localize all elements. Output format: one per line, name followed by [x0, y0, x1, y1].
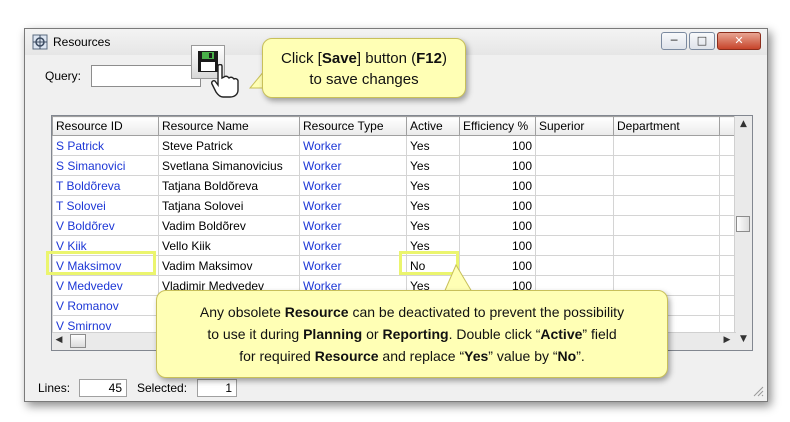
- callout-text: and replace “: [378, 348, 465, 364]
- active-callout-line-2: to use it during Planning or Reporting. …: [157, 323, 667, 345]
- save-callout-line-2: to save changes: [309, 71, 419, 88]
- callout-text: Any obsolete: [199, 304, 285, 320]
- save-callout-line-1: Click [Save] button (F12): [263, 48, 465, 69]
- callout-bold: Resource: [314, 348, 379, 364]
- callout-text: . Double click “: [448, 326, 541, 342]
- callout-text: or: [362, 326, 383, 342]
- active-field-callout: Any obsolete Resource can be deactivated…: [156, 290, 668, 378]
- callout-bold: Resource: [284, 304, 349, 320]
- callout-bold: Active: [540, 326, 583, 342]
- callout-bold: Save: [321, 50, 357, 67]
- callout-text: ”.: [576, 348, 585, 364]
- callout-text: Click [: [281, 50, 322, 67]
- callout-text: ] button (: [356, 50, 417, 67]
- callout-text: ” field: [582, 326, 617, 342]
- callout-bold: F12: [416, 50, 442, 67]
- callout-bold: Reporting: [382, 326, 449, 342]
- callout-text: to use it during: [207, 326, 304, 342]
- active-callout-line-3: for required Resource and replace “Yes” …: [157, 345, 667, 367]
- callout-text: for required: [239, 348, 315, 364]
- save-callout: Click [Save] button (F12) to save change…: [262, 38, 466, 98]
- active-callout-line-1: Any obsolete Resource can be deactivated…: [157, 301, 667, 323]
- callout-bold: No: [557, 348, 577, 364]
- callout-bold: Yes: [464, 348, 489, 364]
- callout-text: can be deactivated to prevent the possib…: [348, 304, 625, 320]
- callout-text: ” value by “: [488, 348, 558, 364]
- callout-text: ): [441, 50, 447, 67]
- callout-bold: Planning: [303, 326, 363, 342]
